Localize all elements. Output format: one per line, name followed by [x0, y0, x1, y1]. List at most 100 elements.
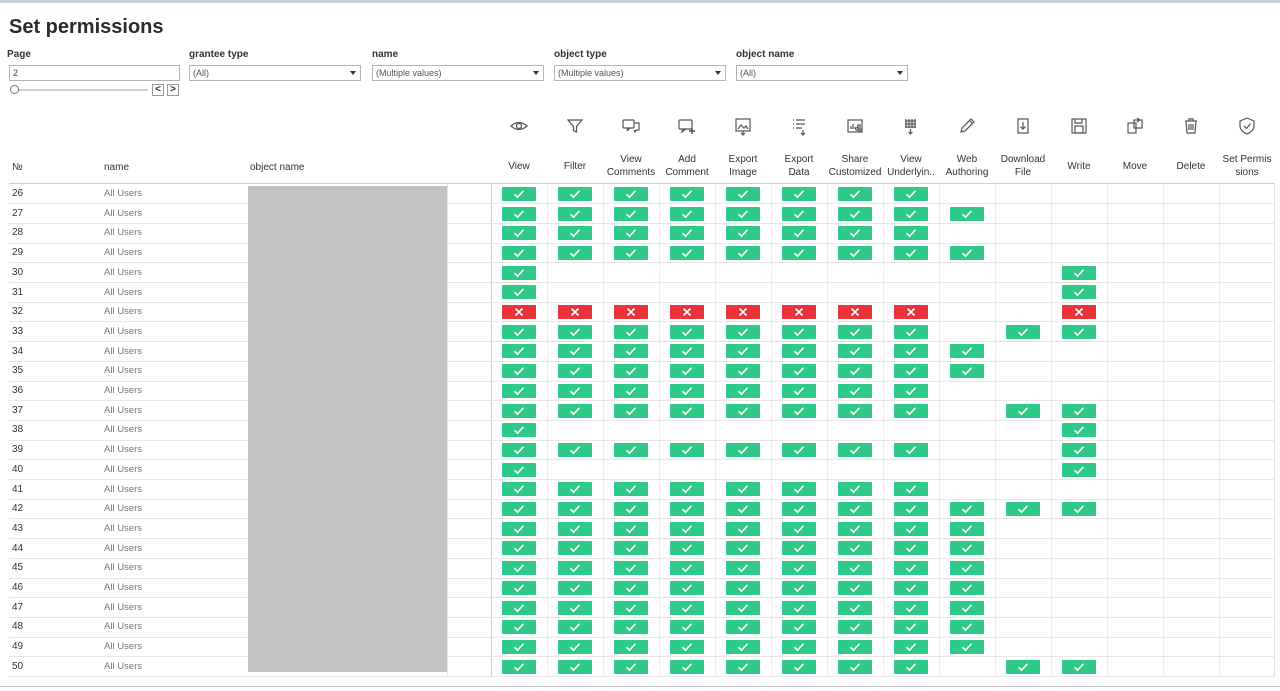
permission-allowed-check-icon[interactable]	[558, 620, 592, 635]
page-input[interactable]: 2	[9, 65, 180, 81]
grantee-type-dropdown[interactable]: (All)	[189, 65, 361, 81]
permission-allowed-check-icon[interactable]	[894, 383, 928, 398]
permission-allowed-check-icon[interactable]	[614, 245, 648, 260]
permission-allowed-check-icon[interactable]	[838, 541, 872, 556]
permission-allowed-check-icon[interactable]	[502, 403, 536, 418]
permission-allowed-check-icon[interactable]	[726, 482, 760, 497]
permission-allowed-check-icon[interactable]	[502, 620, 536, 635]
permission-allowed-check-icon[interactable]	[1062, 462, 1096, 477]
permission-allowed-check-icon[interactable]	[670, 482, 704, 497]
permission-allowed-check-icon[interactable]	[558, 600, 592, 615]
permission-allowed-check-icon[interactable]	[1006, 324, 1040, 339]
permission-allowed-check-icon[interactable]	[502, 226, 536, 241]
permission-allowed-check-icon[interactable]	[726, 502, 760, 516]
permission-allowed-check-icon[interactable]	[670, 186, 704, 201]
permission-allowed-check-icon[interactable]	[894, 502, 928, 516]
permission-allowed-check-icon[interactable]	[502, 482, 536, 497]
permission-allowed-check-icon[interactable]	[894, 659, 928, 674]
permission-allowed-check-icon[interactable]	[1062, 442, 1096, 457]
permission-allowed-check-icon[interactable]	[782, 442, 816, 457]
next-page-button[interactable]: >	[167, 84, 179, 96]
permission-allowed-check-icon[interactable]	[614, 639, 648, 654]
permission-allowed-check-icon[interactable]	[894, 442, 928, 457]
permission-allowed-check-icon[interactable]	[726, 403, 760, 418]
permission-allowed-check-icon[interactable]	[782, 245, 816, 260]
object-name-dropdown[interactable]: (All)	[736, 65, 908, 81]
permission-allowed-check-icon[interactable]	[726, 324, 760, 339]
permission-allowed-check-icon[interactable]	[950, 502, 984, 516]
permission-allowed-check-icon[interactable]	[782, 206, 816, 221]
permission-allowed-check-icon[interactable]	[782, 324, 816, 339]
permission-allowed-check-icon[interactable]	[838, 561, 872, 576]
permission-allowed-check-icon[interactable]	[1006, 403, 1040, 418]
permission-allowed-check-icon[interactable]	[670, 364, 704, 379]
permission-denied-x-icon[interactable]	[502, 305, 536, 319]
page-slider-track[interactable]	[14, 89, 148, 91]
permission-allowed-check-icon[interactable]	[614, 403, 648, 418]
permission-allowed-check-icon[interactable]	[726, 521, 760, 536]
permission-allowed-check-icon[interactable]	[502, 521, 536, 536]
permission-allowed-check-icon[interactable]	[614, 521, 648, 536]
permission-allowed-check-icon[interactable]	[782, 620, 816, 635]
permission-allowed-check-icon[interactable]	[894, 245, 928, 260]
permission-allowed-check-icon[interactable]	[558, 442, 592, 457]
permission-allowed-check-icon[interactable]	[558, 482, 592, 497]
permission-allowed-check-icon[interactable]	[782, 659, 816, 674]
permission-allowed-check-icon[interactable]	[1062, 659, 1096, 674]
permission-allowed-check-icon[interactable]	[502, 502, 536, 516]
permission-allowed-check-icon[interactable]	[782, 561, 816, 576]
permission-allowed-check-icon[interactable]	[502, 600, 536, 615]
permission-allowed-check-icon[interactable]	[782, 580, 816, 595]
permission-allowed-check-icon[interactable]	[614, 502, 648, 516]
permission-allowed-check-icon[interactable]	[726, 659, 760, 674]
permission-allowed-check-icon[interactable]	[670, 659, 704, 674]
permission-allowed-check-icon[interactable]	[558, 502, 592, 516]
permission-denied-x-icon[interactable]	[614, 305, 648, 319]
permission-allowed-check-icon[interactable]	[558, 383, 592, 398]
permission-allowed-check-icon[interactable]	[726, 245, 760, 260]
permission-allowed-check-icon[interactable]	[726, 600, 760, 615]
permission-allowed-check-icon[interactable]	[558, 403, 592, 418]
permission-allowed-check-icon[interactable]	[838, 600, 872, 615]
permission-allowed-check-icon[interactable]	[838, 639, 872, 654]
permission-allowed-check-icon[interactable]	[838, 502, 872, 516]
permission-allowed-check-icon[interactable]	[614, 344, 648, 359]
permission-allowed-check-icon[interactable]	[726, 344, 760, 359]
permission-allowed-check-icon[interactable]	[838, 383, 872, 398]
permission-allowed-check-icon[interactable]	[950, 521, 984, 536]
permission-allowed-check-icon[interactable]	[894, 561, 928, 576]
permission-allowed-check-icon[interactable]	[894, 521, 928, 536]
permission-allowed-check-icon[interactable]	[950, 344, 984, 359]
permission-allowed-check-icon[interactable]	[670, 561, 704, 576]
permission-allowed-check-icon[interactable]	[614, 541, 648, 556]
permission-allowed-check-icon[interactable]	[950, 620, 984, 635]
permission-allowed-check-icon[interactable]	[502, 442, 536, 457]
permission-allowed-check-icon[interactable]	[726, 226, 760, 241]
permission-allowed-check-icon[interactable]	[782, 639, 816, 654]
permission-allowed-check-icon[interactable]	[894, 482, 928, 497]
permission-allowed-check-icon[interactable]	[894, 324, 928, 339]
permission-allowed-check-icon[interactable]	[838, 226, 872, 241]
permission-allowed-check-icon[interactable]	[950, 600, 984, 615]
permission-allowed-check-icon[interactable]	[502, 580, 536, 595]
permission-allowed-check-icon[interactable]	[838, 521, 872, 536]
permission-allowed-check-icon[interactable]	[614, 659, 648, 674]
permission-allowed-check-icon[interactable]	[838, 186, 872, 201]
permission-allowed-check-icon[interactable]	[558, 521, 592, 536]
permission-allowed-check-icon[interactable]	[838, 364, 872, 379]
permission-allowed-check-icon[interactable]	[502, 383, 536, 398]
permission-allowed-check-icon[interactable]	[894, 541, 928, 556]
permission-allowed-check-icon[interactable]	[1062, 502, 1096, 516]
permission-allowed-check-icon[interactable]	[614, 620, 648, 635]
permission-allowed-check-icon[interactable]	[838, 620, 872, 635]
permission-allowed-check-icon[interactable]	[894, 364, 928, 379]
permission-allowed-check-icon[interactable]	[1062, 403, 1096, 418]
permission-allowed-check-icon[interactable]	[670, 383, 704, 398]
permission-allowed-check-icon[interactable]	[782, 541, 816, 556]
permission-allowed-check-icon[interactable]	[782, 383, 816, 398]
permission-allowed-check-icon[interactable]	[838, 482, 872, 497]
prev-page-button[interactable]: <	[152, 84, 164, 96]
permission-allowed-check-icon[interactable]	[894, 403, 928, 418]
permission-allowed-check-icon[interactable]	[614, 324, 648, 339]
permission-allowed-check-icon[interactable]	[558, 226, 592, 241]
